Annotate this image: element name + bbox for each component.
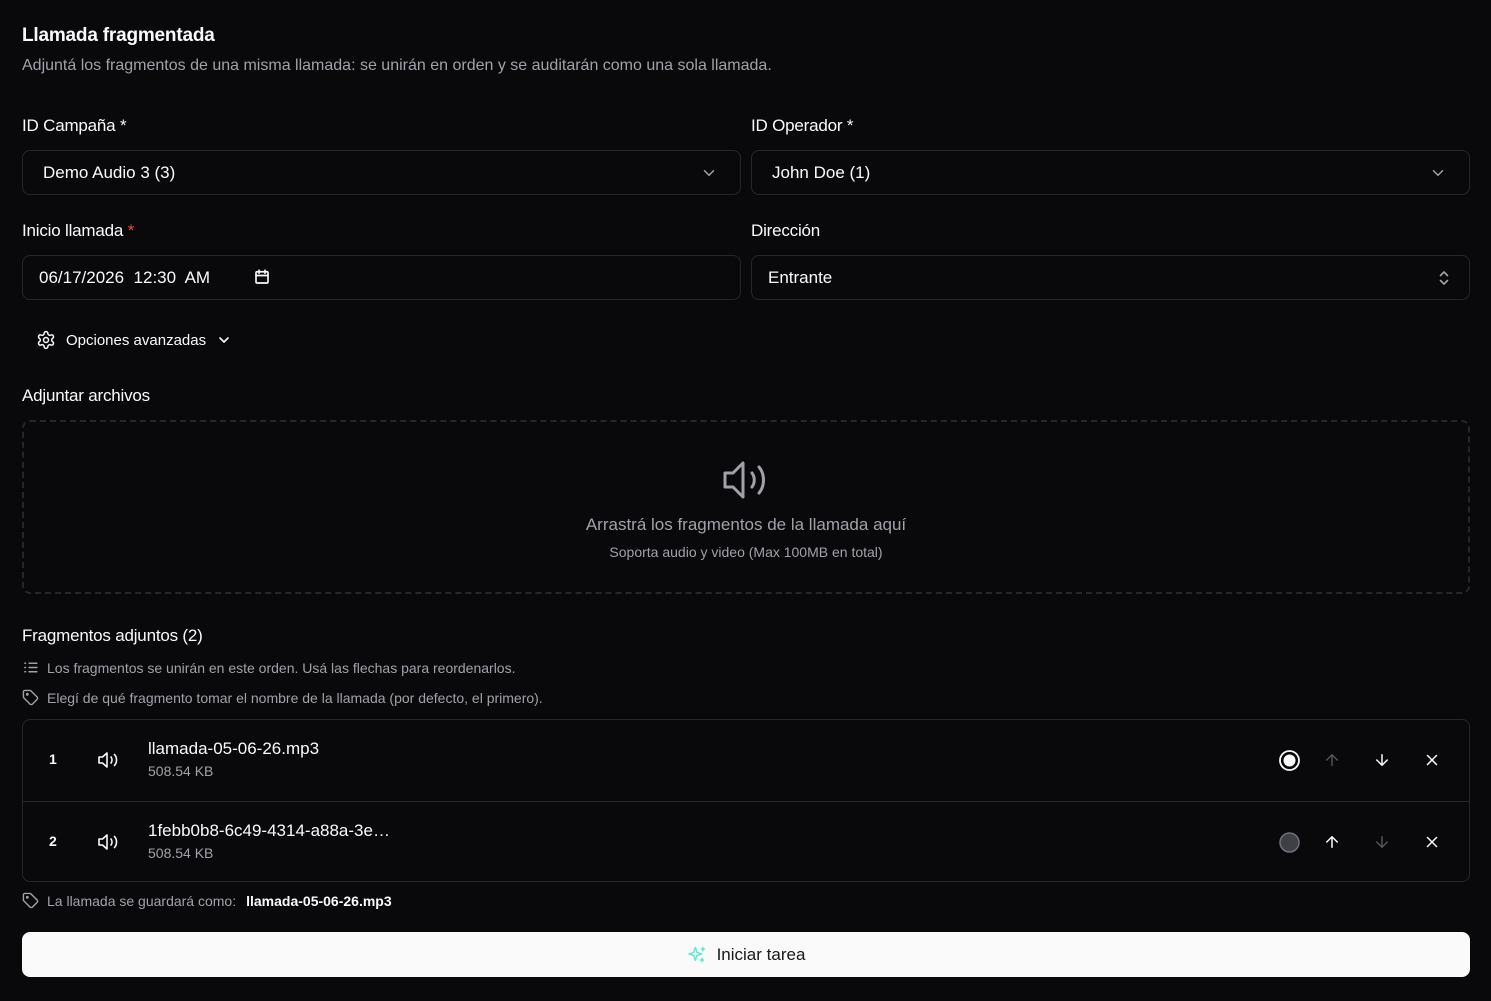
dropzone-text: Arrastrá los fragmentos de la llamada aq… bbox=[585, 515, 907, 534]
move-up-button[interactable] bbox=[1323, 833, 1341, 851]
operator-select[interactable]: John Doe (1) bbox=[751, 150, 1470, 195]
start-label: Inicio llamada * bbox=[22, 221, 135, 240]
move-up-button[interactable] bbox=[1323, 751, 1341, 769]
fragment-size: 508.54 KB bbox=[148, 763, 214, 779]
campaign-select-value: Demo Audio 3 (3) bbox=[43, 162, 176, 182]
chevron-down-icon bbox=[1429, 164, 1447, 182]
direction-select-value: Entrante bbox=[768, 267, 833, 287]
operator-label: ID Operador * bbox=[751, 116, 854, 135]
calendar-icon[interactable] bbox=[253, 268, 271, 286]
chevrons-up-down-icon bbox=[1437, 269, 1451, 287]
advanced-options-label: Opciones avanzadas bbox=[66, 331, 207, 349]
speaker-icon bbox=[98, 833, 120, 851]
fragment-index: 2 bbox=[49, 833, 57, 849]
file-dropzone[interactable]: Arrastrá los fragmentos de la llamada aq… bbox=[22, 420, 1470, 594]
attach-files-title: Adjuntar archivos bbox=[22, 386, 150, 405]
start-datetime-input[interactable]: 06/17/2026 12:30 AM bbox=[22, 255, 741, 300]
name-source-radio-selected[interactable] bbox=[1279, 750, 1300, 771]
gear-icon bbox=[36, 330, 56, 350]
fragment-row: 2 1febb0b8-6c49-4314-a88a-3e… 508.54 KB bbox=[23, 801, 1469, 881]
fragment-size: 508.54 KB bbox=[148, 845, 214, 861]
fragment-row: 1 llamada-05-06-26.mp3 508.54 KB bbox=[23, 720, 1469, 801]
tag-icon bbox=[22, 689, 39, 706]
remove-fragment-button[interactable] bbox=[1423, 751, 1441, 769]
speaker-icon bbox=[98, 751, 120, 769]
fragment-index: 1 bbox=[49, 751, 57, 767]
remove-fragment-button[interactable] bbox=[1423, 833, 1441, 851]
move-down-button[interactable] bbox=[1373, 833, 1391, 851]
direction-select[interactable]: Entrante bbox=[751, 255, 1470, 300]
name-hint: Elegí de qué fragmento tomar el nombre d… bbox=[22, 689, 543, 706]
save-as-filename: llamada-05-06-26.mp3 bbox=[246, 892, 392, 909]
operator-select-value: John Doe (1) bbox=[772, 162, 871, 182]
direction-label: Dirección bbox=[751, 221, 821, 240]
campaign-select[interactable]: Demo Audio 3 (3) bbox=[22, 150, 741, 195]
start-task-label: Iniciar tarea bbox=[716, 944, 806, 964]
speaker-icon bbox=[722, 458, 772, 502]
page-subtitle: Adjuntá los fragmentos de una misma llam… bbox=[22, 57, 772, 74]
chevron-down-icon bbox=[216, 332, 232, 348]
save-as-prefix: La llamada se guardará como: bbox=[47, 892, 237, 909]
fragments-title: Fragmentos adjuntos (2) bbox=[22, 626, 203, 645]
tag-icon bbox=[22, 892, 39, 909]
order-hint: Los fragmentos se unirán en este orden. … bbox=[22, 659, 516, 676]
campaign-label: ID Campaña * bbox=[22, 116, 127, 135]
sparkles-icon bbox=[687, 945, 707, 965]
move-down-button[interactable] bbox=[1373, 751, 1391, 769]
list-ordered-icon bbox=[22, 659, 39, 676]
chevron-down-icon bbox=[700, 164, 718, 182]
save-as-info: La llamada se guardará como: llamada-05-… bbox=[22, 892, 392, 909]
fragments-list: 1 llamada-05-06-26.mp3 508.54 KB 2 1febb… bbox=[22, 719, 1470, 882]
page-title: Llamada fragmentada bbox=[22, 25, 215, 46]
dropzone-hint: Soporta audio y video (Max 100MB en tota… bbox=[609, 544, 883, 560]
start-datetime-value: 06/17/2026 12:30 AM bbox=[39, 267, 211, 287]
fragment-name: 1febb0b8-6c49-4314-a88a-3e… bbox=[148, 821, 390, 840]
advanced-options-toggle[interactable]: Opciones avanzadas bbox=[36, 328, 232, 352]
name-source-radio[interactable] bbox=[1279, 832, 1300, 853]
fragment-name: llamada-05-06-26.mp3 bbox=[148, 739, 320, 758]
start-task-button[interactable]: Iniciar tarea bbox=[22, 932, 1470, 977]
